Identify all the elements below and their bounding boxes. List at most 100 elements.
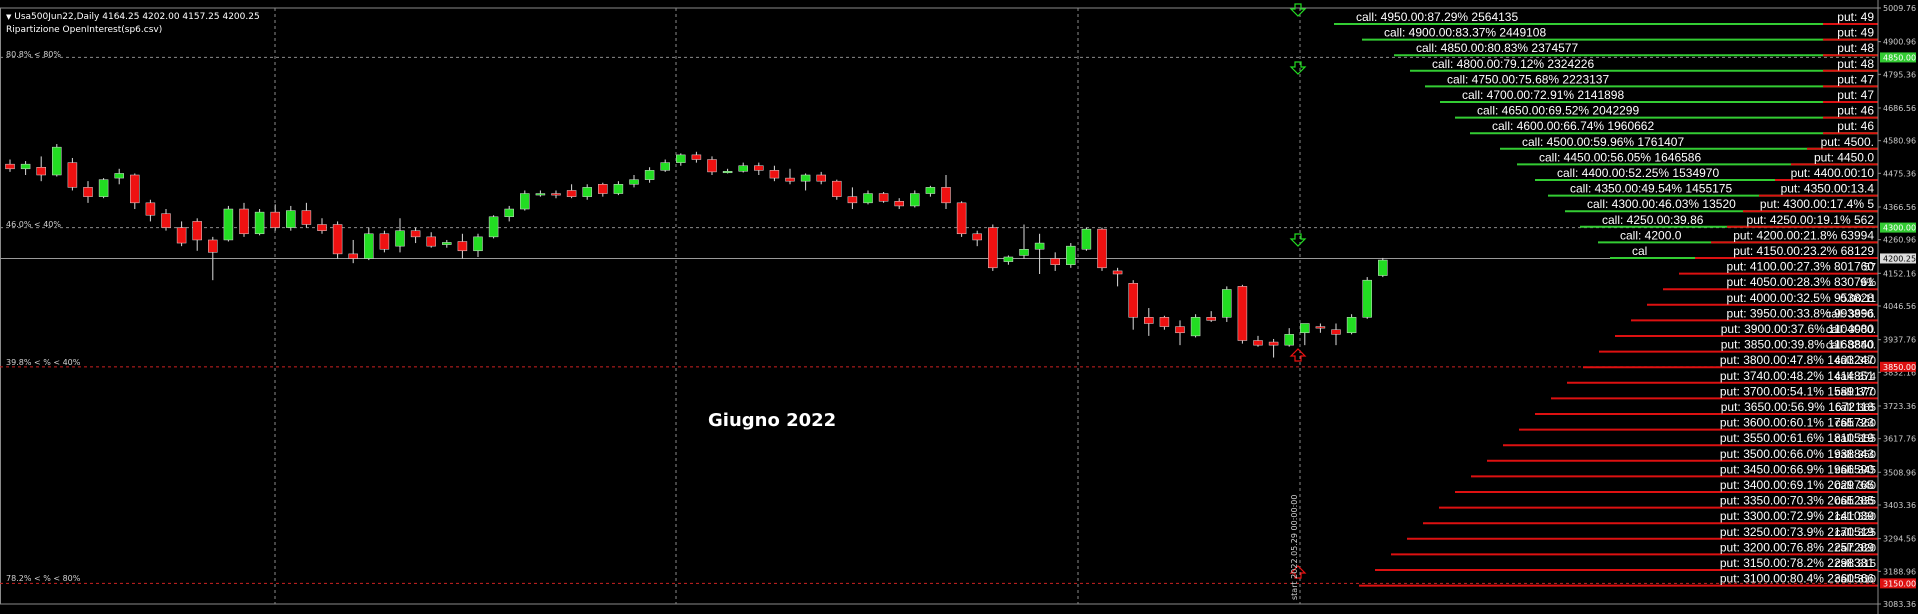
- put-oi-label: put: 4500.: [1821, 135, 1874, 149]
- price-marker-label: 4300.00: [1883, 224, 1916, 233]
- collapse-triangle-icon[interactable]: ▼: [6, 13, 11, 21]
- candle-body: [551, 193, 561, 196]
- call-oi-label: call: 4800.00:79.12% 2324226: [1432, 57, 1594, 71]
- call-oi-tail-label: call: 3850.: [1826, 340, 1876, 352]
- call-oi-label: call: 4700.00:72.91% 2141898: [1462, 88, 1624, 102]
- candle-body: [145, 202, 156, 216]
- call-oi-tail-label: call: 340: [1835, 480, 1876, 492]
- call-oi-tail-label: call: 330: [1835, 511, 1876, 523]
- candle-body: [1378, 259, 1388, 276]
- price-candles: [5, 144, 1388, 358]
- open-interest-bars: call: 4950.00:87.29% 2564135 call: 4900.0…: [1334, 10, 1878, 587]
- put-oi-label: put: 4350.00:13.4: [1781, 182, 1875, 196]
- candle-body: [832, 180, 842, 197]
- call-oi-label: call: 4500.00:59.96% 1761407: [1522, 135, 1684, 149]
- y-tick-label: 3294.56: [1883, 535, 1916, 544]
- put-oi-label: put: 47: [1837, 72, 1874, 86]
- candle-body: [1300, 323, 1310, 334]
- signal-arrow-icon: [1289, 61, 1307, 75]
- y-tick-label: 4795.36: [1883, 70, 1916, 79]
- y-tick-label: 3403.36: [1883, 501, 1916, 510]
- candle-body: [332, 224, 343, 255]
- candle-body: [1050, 258, 1060, 265]
- candle-body: [1268, 341, 1279, 346]
- candle-body: [239, 208, 249, 235]
- candle-body: [1066, 245, 1076, 265]
- candle-body: [676, 154, 686, 163]
- put-oi-label: put: 46: [1837, 119, 1874, 133]
- put-oi-label: put: 48: [1837, 57, 1874, 71]
- call-oi-label: call: 4850.00:80.83% 2374577: [1416, 41, 1578, 55]
- candle-body: [660, 162, 670, 171]
- candle-body: [473, 236, 483, 252]
- put-oi-label: put: 48: [1837, 41, 1874, 55]
- candle-body: [348, 253, 358, 259]
- candle-body: [1222, 289, 1232, 318]
- call-oi-tail-label: call: 335: [1835, 496, 1876, 508]
- call-oi-label: cal: [1632, 244, 1647, 258]
- candle-body: [114, 173, 124, 179]
- call-oi-label: call: 4300.00:46.03% 13520: [1587, 197, 1736, 211]
- candle-body: [426, 236, 436, 247]
- call-oi-tail-label: 57: [1864, 262, 1876, 274]
- put-oi-label: put: 4400.00:10: [1791, 166, 1875, 180]
- y-tick-label: 5009.76: [1883, 4, 1916, 13]
- price-marker-label: 3150.00: [1883, 579, 1916, 588]
- candle-body: [1159, 317, 1170, 327]
- call-oi-tail-label: call: 360: [1835, 418, 1876, 430]
- y-tick-label: 4900.96: [1883, 38, 1916, 47]
- y-tick-label: 3723.36: [1883, 402, 1916, 411]
- candle-body: [1128, 283, 1138, 318]
- candle-body: [488, 216, 499, 238]
- candle-body: [925, 187, 936, 194]
- candle-body: [301, 210, 312, 225]
- candle-body: [1315, 326, 1326, 329]
- candle-body: [894, 201, 904, 207]
- y-tick-label: 4046.56: [1883, 302, 1916, 311]
- candle-body: [566, 190, 577, 197]
- call-oi-tail-label: call: 325: [1835, 527, 1876, 539]
- call-oi-label: call: 4650.00:69.52% 2042299: [1477, 104, 1639, 118]
- candle-body: [98, 179, 109, 197]
- put-oi-label: put: 4250.00:19.1% 562: [1747, 213, 1875, 227]
- candle-body: [20, 163, 31, 170]
- candle-body: [910, 193, 920, 207]
- candle-body: [1019, 248, 1029, 256]
- candle-body: [130, 174, 140, 204]
- candle-body: [800, 174, 811, 182]
- put-oi-label: put: 4300.00:17.4% 5: [1760, 197, 1874, 211]
- candle-body: [878, 193, 889, 202]
- candle-body: [36, 167, 46, 176]
- price-marker-label: 4200.25: [1883, 254, 1916, 263]
- call-oi-label: call: 4250.00:39.86: [1602, 213, 1704, 227]
- put-oi-label: put: 4200.00:21.8% 63994: [1733, 228, 1874, 242]
- indicator-name: Ripartizione OpenInterest(sp6.csv): [6, 25, 163, 35]
- candle-body: [1144, 317, 1154, 324]
- price-marker-label: 4850.00: [1883, 53, 1916, 62]
- period-label: Giugno 2022: [708, 410, 837, 431]
- candle-body: [1331, 329, 1341, 335]
- candle-body: [1034, 242, 1045, 250]
- level-annotation-80: 80.8% < 80%: [6, 50, 61, 59]
- candle-body: [1284, 334, 1294, 346]
- signal-arrow-icon: [1289, 348, 1307, 362]
- call-oi-tail-label: call: 310: [1835, 574, 1876, 586]
- candle-body: [457, 241, 468, 252]
- price-marker-label: 3850.00: [1883, 363, 1916, 372]
- candle-body: [270, 211, 280, 228]
- candle-body: [67, 162, 78, 188]
- candle-body: [1175, 326, 1185, 334]
- start-date-label: start 2022.05.29 00:00:00: [1290, 494, 1299, 600]
- candle-body: [208, 239, 218, 253]
- candle-body: [1003, 256, 1014, 262]
- call-oi-label: call: 4450.00:56.05% 1646586: [1539, 150, 1701, 164]
- put-oi-label: put: 47: [1837, 88, 1874, 102]
- call-oi-tail-label: call: 365: [1835, 402, 1876, 414]
- call-oi-label: call: 4400.00:52.25% 1534970: [1557, 166, 1719, 180]
- y-tick-label: 4260.96: [1883, 236, 1916, 245]
- candle-body: [442, 242, 452, 245]
- call-oi-tail-label: call: 374: [1835, 371, 1876, 383]
- put-oi-label: put: 46: [1837, 104, 1874, 118]
- y-tick-label: 3188.96: [1883, 567, 1916, 576]
- candle-body: [176, 227, 187, 244]
